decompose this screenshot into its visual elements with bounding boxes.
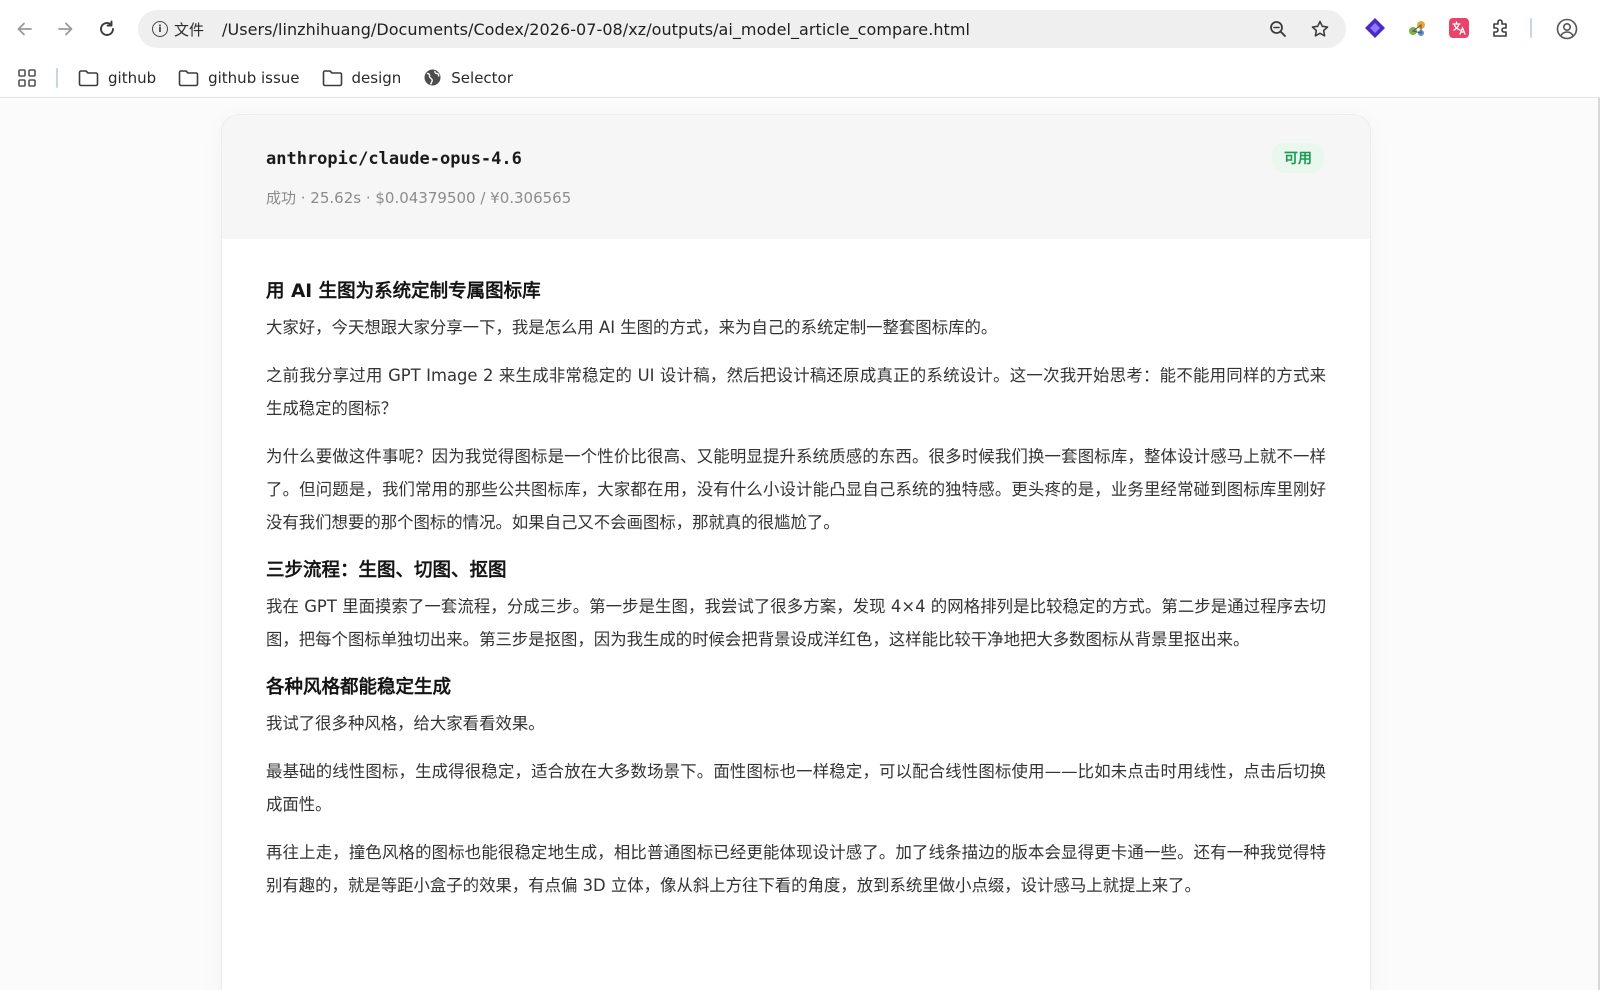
card-header: anthropic/claude-opus-4.6 成功 · 25.62s · … <box>222 115 1370 239</box>
url-text[interactable]: /Users/linzhihuang/Documents/Codex/2026-… <box>222 20 970 39</box>
model-meta: 成功 · 25.62s · $0.04379500 / ¥0.306565 <box>266 189 572 207</box>
reload-button[interactable] <box>94 16 120 42</box>
article-paragraph: 大家好，今天想跟大家分享一下，我是怎么用 AI 生图的方式，来为自己的系统定制一… <box>266 318 998 337</box>
bookmark-label: github <box>108 68 157 87</box>
forward-button[interactable] <box>52 16 78 42</box>
puzzle-icon <box>1493 19 1507 37</box>
article-body: 用 AI 生图为系统定制专属图标库 大家好，今天想跟大家分享一下，我是怎么用 A… <box>266 275 1326 917</box>
info-icon: i <box>152 21 168 37</box>
extension-diamond-button[interactable] <box>1362 14 1388 42</box>
browser-window: i 文件 /Users/linzhihuang/Documents/Codex/… <box>0 0 1600 990</box>
back-button[interactable] <box>12 16 38 42</box>
article-paragraph: 我在 GPT 里面摸索了一套流程，分成三步。第一步是生图，我尝试了很多方案，发现… <box>266 597 1326 649</box>
bookmark-design[interactable]: design <box>322 68 402 87</box>
article-paragraph: 再往上走，撞色风格的图标也能很稳定地生成，相比普通图标已经更能体现设计感了。加了… <box>266 843 1326 895</box>
zoom-button[interactable] <box>1266 17 1290 41</box>
diamond-extension-icon <box>1365 18 1385 38</box>
page-viewport[interactable]: anthropic/claude-opus-4.6 成功 · 25.62s · … <box>0 98 1598 990</box>
apps-button[interactable] <box>16 67 38 89</box>
article-paragraph: 最基础的线性图标，生成得很稳定，适合放在大多数场景下。面性图标也一样稳定，可以配… <box>266 762 1326 814</box>
extension-translate-button[interactable] <box>1446 14 1472 42</box>
site-info-button[interactable]: i 文件 <box>152 19 204 40</box>
arrow-left-icon <box>17 22 32 36</box>
folder-icon <box>178 69 199 86</box>
bookmark-selector[interactable]: Selector <box>423 68 513 87</box>
globe-icon <box>424 69 441 86</box>
address-bar[interactable]: i 文件 /Users/linzhihuang/Documents/Codex/… <box>138 10 1346 48</box>
star-icon <box>1311 20 1329 37</box>
folder-icon <box>78 69 99 86</box>
folder-icon <box>322 69 342 86</box>
article-heading: 用 AI 生图为系统定制专属图标库 <box>266 281 541 302</box>
reload-icon <box>100 20 114 36</box>
extension-molecule-button[interactable] <box>1404 14 1430 42</box>
article-paragraph: 我试了很多种风格，给大家看看效果。 <box>266 714 545 733</box>
bookmarks-divider <box>56 67 58 88</box>
profile-button[interactable] <box>1554 16 1580 42</box>
translate-extension-icon <box>1449 18 1469 38</box>
arrow-right-icon <box>58 22 73 36</box>
zoom-icon <box>1270 21 1286 37</box>
browser-toolbar: i 文件 /Users/linzhihuang/Documents/Codex/… <box>0 0 1600 58</box>
site-info-label: 文件 <box>174 20 205 39</box>
status-badge: 可用 <box>1272 143 1324 173</box>
molecule-extension-icon <box>1409 21 1425 36</box>
bookmark-label: Selector <box>451 68 513 87</box>
extensions-menu-button[interactable] <box>1488 14 1514 42</box>
bookmark-github-issue[interactable]: github issue <box>178 68 300 87</box>
bookmark-label: github issue <box>208 68 300 87</box>
article-paragraph: 为什么要做这件事呢？因为我觉得图标是一个性价比很高、又能明显提升系统质感的东西。… <box>266 447 1326 532</box>
bookmark-label: design <box>351 68 402 87</box>
section-heading: 三步流程：生图、切图、抠图 <box>266 560 507 581</box>
section-heading: 各种风格都能稳定生成 <box>266 677 452 698</box>
model-name: anthropic/claude-opus-4.6 <box>266 149 522 169</box>
article-paragraph: 之前我分享过用 GPT Image 2 来生成非常稳定的 UI 设计稿，然后把设… <box>266 366 1326 418</box>
toolbar-divider <box>1530 18 1532 38</box>
bookmark-github[interactable]: github <box>78 69 156 87</box>
bookmark-star-button[interactable] <box>1308 17 1332 41</box>
model-result-card: anthropic/claude-opus-4.6 成功 · 25.62s · … <box>221 114 1371 990</box>
bookmarks-bar: github github issue design Selector <box>0 58 1600 98</box>
apps-grid-icon <box>18 68 36 87</box>
avatar-icon <box>1556 18 1578 40</box>
